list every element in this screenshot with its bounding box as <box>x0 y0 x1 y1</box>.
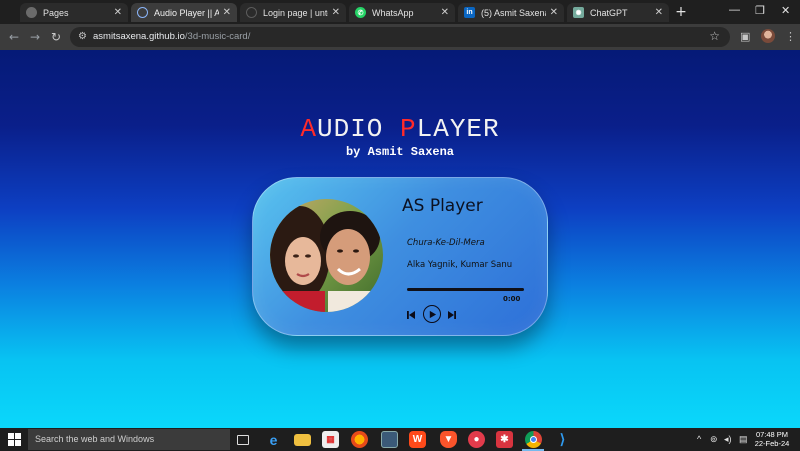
player-name: AS Player <box>402 196 483 216</box>
brave-icon[interactable]: ▼ <box>440 431 457 448</box>
windows-start-icon[interactable] <box>8 433 21 446</box>
globe-favicon-icon <box>137 7 148 18</box>
address-bar[interactable]: ⚙ asmitsaxena.github.io/3d-music-card/ ☆ <box>70 27 730 47</box>
site-info-icon[interactable]: ⚙ <box>78 31 87 42</box>
chatgpt-icon: ✺ <box>573 7 584 18</box>
tab-close-icon[interactable]: ✕ <box>223 7 231 18</box>
tab-close-icon[interactable]: ✕ <box>441 7 449 18</box>
volume-icon[interactable]: ◂) <box>724 434 732 445</box>
next-button[interactable] <box>446 309 458 321</box>
current-time: 0:00 <box>503 295 521 303</box>
next-icon <box>448 311 456 319</box>
tab-chatgpt[interactable]: ✺ ChatGPT ✕ <box>567 3 669 22</box>
tab-close-icon[interactable]: ✕ <box>655 7 663 18</box>
loading-favicon-icon <box>246 7 257 18</box>
side-panel-icon[interactable]: ▣ <box>740 30 750 43</box>
reload-button[interactable]: ↻ <box>51 30 61 44</box>
taskbar-search-placeholder: Search the web and Windows <box>35 434 155 444</box>
music-card: AS Player Chura-Ke-Dil-Mera Alka Yagnik,… <box>252 177 548 336</box>
tab-close-icon[interactable]: ✕ <box>332 7 340 18</box>
profile-avatar[interactable] <box>761 29 775 43</box>
app-icon[interactable] <box>381 431 398 448</box>
play-icon <box>429 310 436 318</box>
artist-name: Alka Yagnik, Kumar Sanu <box>407 260 513 270</box>
clock-time: 07:48 PM <box>755 430 789 439</box>
tray-chevron-icon[interactable]: ^ <box>697 434 701 444</box>
bookmark-star-icon[interactable]: ☆ <box>709 29 720 43</box>
tab-login-page[interactable]: Login page | untolde ✕ <box>240 3 346 22</box>
tab-linkedin[interactable]: in (5) Asmit Saxena | Li ✕ <box>458 3 564 22</box>
notifications-icon[interactable]: ▤ <box>739 434 748 445</box>
forward-button[interactable]: → <box>30 30 40 44</box>
app-red-icon[interactable]: ● <box>468 431 485 448</box>
tab-whatsapp[interactable]: ✆ WhatsApp ✕ <box>349 3 455 22</box>
album-cover-image <box>270 199 383 312</box>
tab-audio-player[interactable]: Audio Player || Asmit ✕ <box>131 3 237 22</box>
file-explorer-icon[interactable] <box>294 434 311 446</box>
new-tab-button[interactable]: + <box>673 4 689 20</box>
tab-close-icon[interactable]: ✕ <box>114 7 122 18</box>
tab-label: Audio Player || Asmit <box>154 7 219 18</box>
vscode-icon[interactable]: ⟩ <box>554 431 571 448</box>
page-viewport: AUDIO PLAYER by Asmit Saxena AS Player C… <box>0 50 800 428</box>
linkedin-icon: in <box>464 7 475 18</box>
address-bar-row: ← → ↻ ⚙ asmitsaxena.github.io/3d-music-c… <box>0 24 800 50</box>
minimize-button[interactable]: — <box>729 4 740 16</box>
chrome-icon[interactable] <box>525 431 542 448</box>
restore-button[interactable]: ❐ <box>755 4 765 17</box>
tab-close-icon[interactable]: ✕ <box>550 7 558 18</box>
back-button[interactable]: ← <box>9 30 19 44</box>
store-icon[interactable]: ▦ <box>322 431 339 448</box>
tab-label: (5) Asmit Saxena | Li <box>481 7 546 18</box>
url-text[interactable]: asmitsaxena.github.io/3d-music-card/ <box>93 31 250 42</box>
close-window-button[interactable]: ✕ <box>781 4 790 17</box>
prev-button[interactable] <box>405 309 417 321</box>
song-title: Chura-Ke-Dil-Mera <box>407 238 485 248</box>
whatsapp-icon: ✆ <box>355 7 366 18</box>
page-title: AUDIO PLAYER <box>300 114 500 144</box>
tab-label: ChatGPT <box>590 7 628 18</box>
taskbar-search-box[interactable]: Search the web and Windows <box>28 429 230 450</box>
app-red2-icon[interactable]: ✱ <box>496 431 513 448</box>
brave-alt-icon[interactable]: W <box>409 431 426 448</box>
play-button[interactable] <box>423 305 441 323</box>
windows-taskbar: Search the web and Windows e ▦ W ▼ ● ✱ ⟩… <box>0 428 800 451</box>
browser-tab-bar: Pages ✕ Audio Player || Asmit ✕ Login pa… <box>0 0 800 24</box>
firefox-icon[interactable] <box>351 431 368 448</box>
taskbar-clock[interactable]: 07:48 PM 22-Feb-24 <box>752 430 792 448</box>
pages-favicon-icon <box>26 7 37 18</box>
tab-label: WhatsApp <box>372 7 414 18</box>
tab-label: Login page | untolde <box>263 7 328 18</box>
tab-label: Pages <box>43 7 69 18</box>
menu-dots-icon[interactable]: ⋮ <box>785 30 796 43</box>
tab-pages[interactable]: Pages ✕ <box>20 3 128 22</box>
network-icon[interactable]: ⊚ <box>710 434 718 445</box>
edge-icon[interactable]: e <box>265 431 282 448</box>
prev-icon <box>407 311 415 319</box>
progress-bar[interactable] <box>407 288 524 291</box>
clock-date: 22-Feb-24 <box>754 439 790 448</box>
task-view-icon[interactable] <box>237 435 249 445</box>
page-subtitle: by Asmit Saxena <box>345 145 455 159</box>
